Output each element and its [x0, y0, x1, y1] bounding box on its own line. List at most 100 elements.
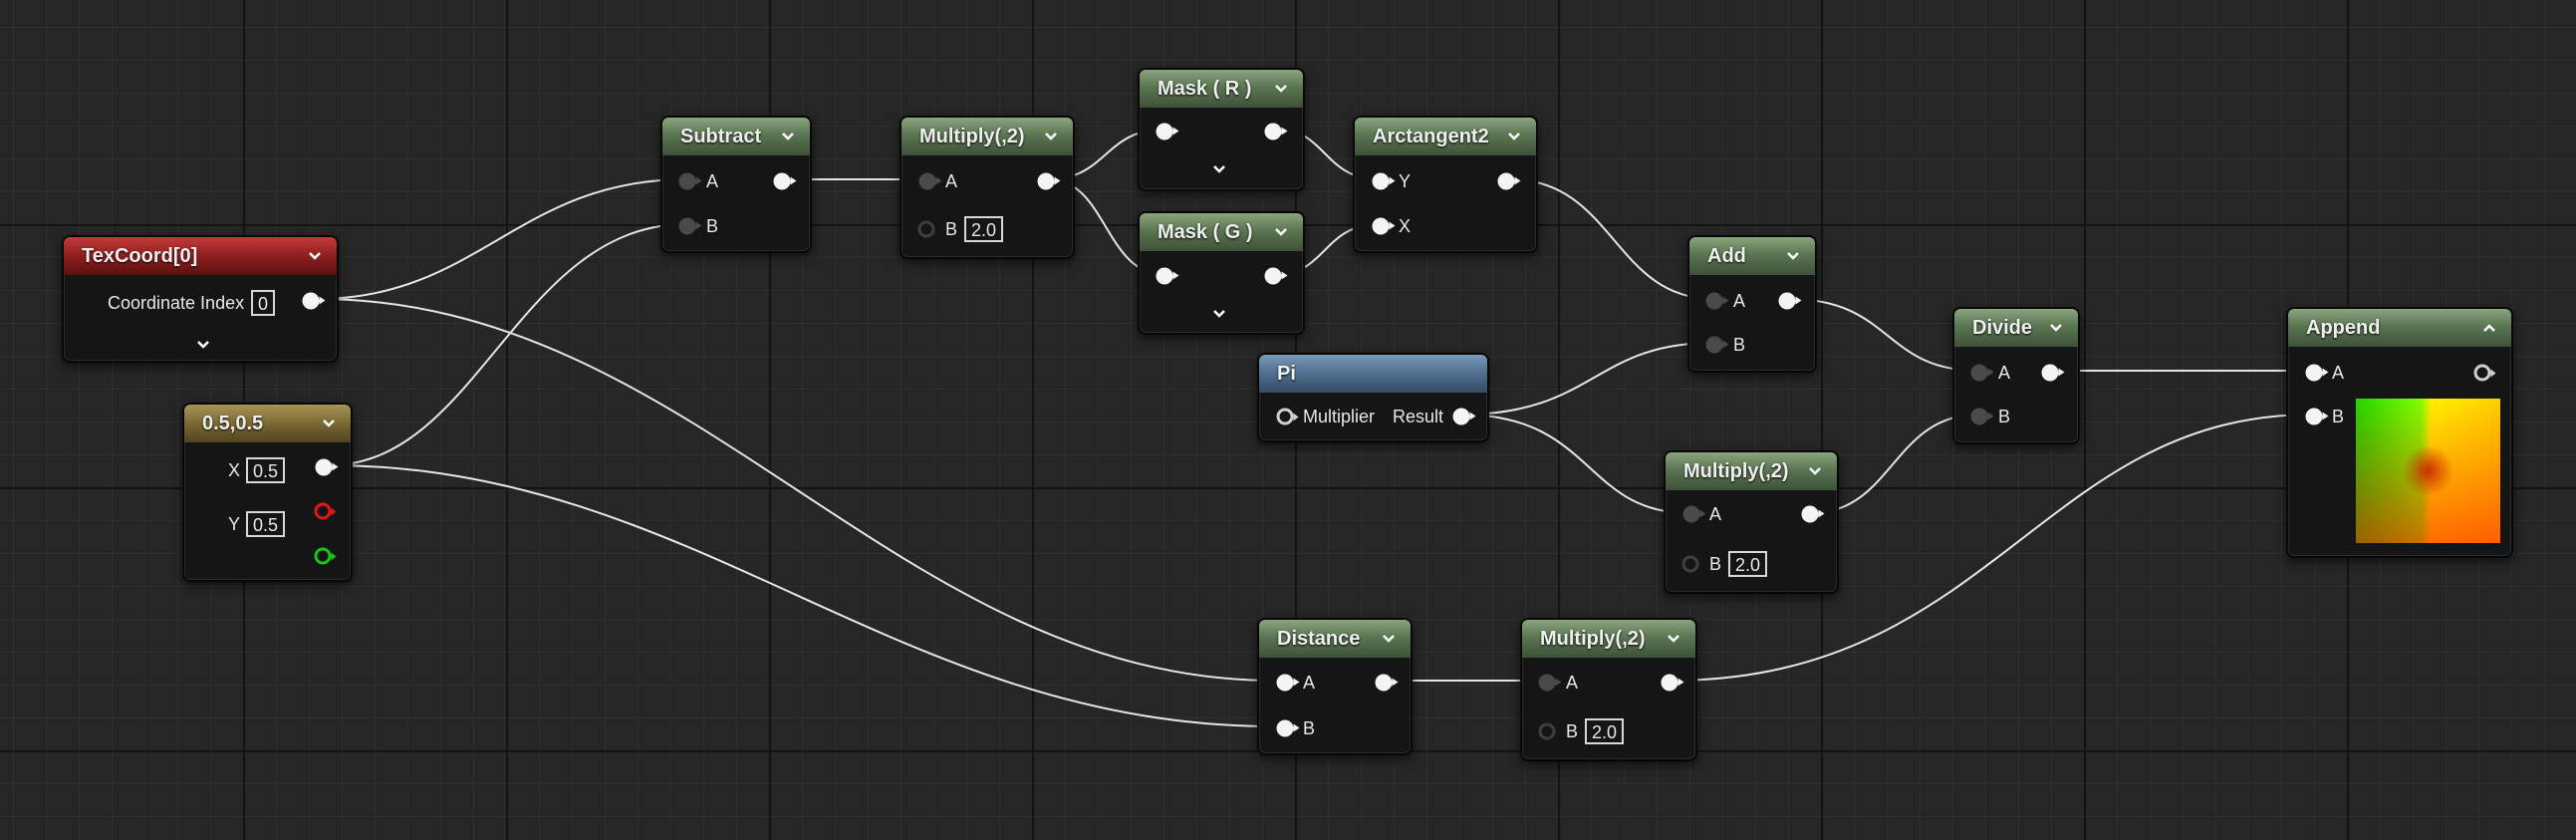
- chevron-down-icon[interactable]: [1807, 452, 1823, 490]
- node-header[interactable]: Multiply(,2): [1522, 620, 1695, 658]
- node-header[interactable]: TexCoord[0]: [64, 237, 337, 275]
- chevron-down-icon[interactable]: [321, 405, 337, 442]
- chevron-down-icon[interactable]: [1273, 213, 1289, 251]
- chevron-down-icon[interactable]: [2048, 309, 2064, 347]
- node-header[interactable]: Arctangent2: [1355, 118, 1536, 155]
- node-header[interactable]: Add: [1689, 237, 1815, 275]
- output-pin[interactable]: [1264, 123, 1288, 140]
- multiply-node-3[interactable]: Multiply(,2) A B 2.0: [1520, 618, 1697, 761]
- input-pin-b[interactable]: [1970, 408, 1994, 425]
- input-b-label: B: [706, 216, 719, 236]
- chevron-down-icon[interactable]: [1211, 163, 1227, 175]
- input-pin-b[interactable]: [1681, 555, 1699, 573]
- node-title: Pi: [1277, 363, 1296, 385]
- node-title: Append: [2306, 317, 2381, 339]
- constant2vector-node[interactable]: 0.5,0.5 X 0.5 Y 0.5: [182, 403, 353, 582]
- output-pin[interactable]: [2041, 364, 2065, 382]
- b-value-field[interactable]: 2.0: [964, 216, 1004, 242]
- input-pin-b[interactable]: [917, 220, 935, 238]
- output-pin[interactable]: [1375, 674, 1399, 692]
- output-pin[interactable]: [1778, 292, 1802, 310]
- mask-r-node[interactable]: Mask ( R ): [1138, 68, 1305, 191]
- node-header[interactable]: Pi: [1259, 355, 1487, 393]
- node-title: Add: [1707, 245, 1746, 267]
- node-header[interactable]: Subtract: [662, 118, 810, 155]
- input-pin-a[interactable]: [1705, 292, 1729, 310]
- input-pin[interactable]: [1156, 267, 1179, 285]
- node-header[interactable]: Distance: [1259, 620, 1411, 658]
- node-header[interactable]: Mask ( R ): [1140, 70, 1303, 108]
- input-pin-a[interactable]: [1538, 674, 1562, 692]
- input-pin-a[interactable]: [2305, 364, 2329, 382]
- chevron-down-icon[interactable]: [780, 118, 796, 155]
- input-b-label: B: [945, 219, 958, 239]
- input-pin-b[interactable]: [678, 217, 702, 235]
- chevron-down-icon[interactable]: [195, 339, 211, 351]
- pi-node[interactable]: Pi Multiplier Result: [1257, 353, 1489, 442]
- chevron-down-icon[interactable]: [1273, 70, 1289, 108]
- texcoord-node[interactable]: TexCoord[0] Coordinate Index 0: [62, 235, 339, 363]
- output-pin[interactable]: [302, 292, 326, 310]
- input-pin-a[interactable]: [1682, 505, 1706, 523]
- input-pin-a[interactable]: [1276, 674, 1300, 692]
- output-pin[interactable]: [1661, 674, 1684, 692]
- distance-node[interactable]: Distance A B: [1257, 618, 1413, 755]
- input-y-label: Y: [1399, 171, 1412, 191]
- input-pin-a[interactable]: [678, 172, 702, 190]
- add-node[interactable]: Add A B: [1687, 235, 1817, 373]
- x-label: X: [228, 460, 241, 480]
- input-pin-a[interactable]: [1970, 364, 1994, 382]
- output-pin-r[interactable]: [314, 502, 337, 520]
- input-pin-a[interactable]: [918, 172, 942, 190]
- output-pin[interactable]: [1037, 172, 1061, 190]
- node-title: Mask ( R ): [1158, 78, 1252, 100]
- coordinate-index-field[interactable]: 0: [251, 290, 276, 316]
- chevron-down-icon[interactable]: [1785, 237, 1801, 275]
- input-pin-x[interactable]: [1372, 217, 1396, 235]
- input-pin-b[interactable]: [2305, 408, 2329, 425]
- node-header[interactable]: Divide: [1954, 309, 2078, 347]
- output-pin[interactable]: [315, 458, 339, 476]
- node-header[interactable]: 0.5,0.5: [184, 405, 351, 442]
- input-pin-b[interactable]: [1538, 722, 1556, 740]
- chevron-down-icon[interactable]: [1666, 620, 1681, 658]
- chevron-down-icon[interactable]: [1506, 118, 1522, 155]
- b-value-field[interactable]: 2.0: [1585, 718, 1625, 744]
- output-pin[interactable]: [1264, 267, 1288, 285]
- b-value-field[interactable]: 2.0: [1728, 551, 1768, 577]
- node-header[interactable]: Multiply(,2): [902, 118, 1073, 155]
- arctangent2-node[interactable]: Arctangent2 Y X: [1353, 116, 1538, 253]
- node-header[interactable]: Append: [2288, 309, 2511, 347]
- input-x-label: X: [1399, 216, 1412, 236]
- node-header[interactable]: Multiply(,2): [1666, 452, 1837, 490]
- output-pin[interactable]: [773, 172, 797, 190]
- chevron-down-icon[interactable]: [1211, 308, 1227, 320]
- multiply-node-2[interactable]: Multiply(,2) A B 2.0: [1664, 450, 1839, 594]
- input-pin-multiplier[interactable]: [1276, 408, 1299, 425]
- divide-node[interactable]: Divide A B: [1952, 307, 2080, 444]
- node-header[interactable]: Mask ( G ): [1140, 213, 1303, 251]
- chevron-down-icon[interactable]: [307, 237, 323, 275]
- y-value-field[interactable]: 0.5: [246, 511, 286, 537]
- output-pin[interactable]: [2473, 364, 2496, 382]
- multiply-node-1[interactable]: Multiply(,2) A B 2.0: [900, 116, 1075, 259]
- chevron-down-icon[interactable]: [1043, 118, 1059, 155]
- input-pin-b[interactable]: [1705, 336, 1729, 354]
- output-pin-g[interactable]: [314, 547, 337, 565]
- input-a-label: A: [1303, 673, 1316, 693]
- output-pin[interactable]: [1497, 172, 1521, 190]
- mask-g-node[interactable]: Mask ( G ): [1138, 211, 1305, 335]
- x-value-field[interactable]: 0.5: [246, 457, 286, 483]
- append-node[interactable]: Append A B: [2286, 307, 2513, 558]
- wire-add-to-divide-a: [1788, 298, 1979, 372]
- wire-constant-to-distance-b: [328, 464, 1276, 727]
- node-title: Subtract: [680, 126, 762, 147]
- output-pin[interactable]: [1452, 408, 1476, 425]
- chevron-up-icon[interactable]: [2481, 309, 2497, 347]
- input-pin[interactable]: [1156, 123, 1179, 140]
- chevron-down-icon[interactable]: [1381, 620, 1397, 658]
- output-pin[interactable]: [1801, 505, 1825, 523]
- input-pin-b[interactable]: [1276, 719, 1300, 737]
- subtract-node[interactable]: Subtract A B: [660, 116, 812, 253]
- input-pin-y[interactable]: [1372, 172, 1396, 190]
